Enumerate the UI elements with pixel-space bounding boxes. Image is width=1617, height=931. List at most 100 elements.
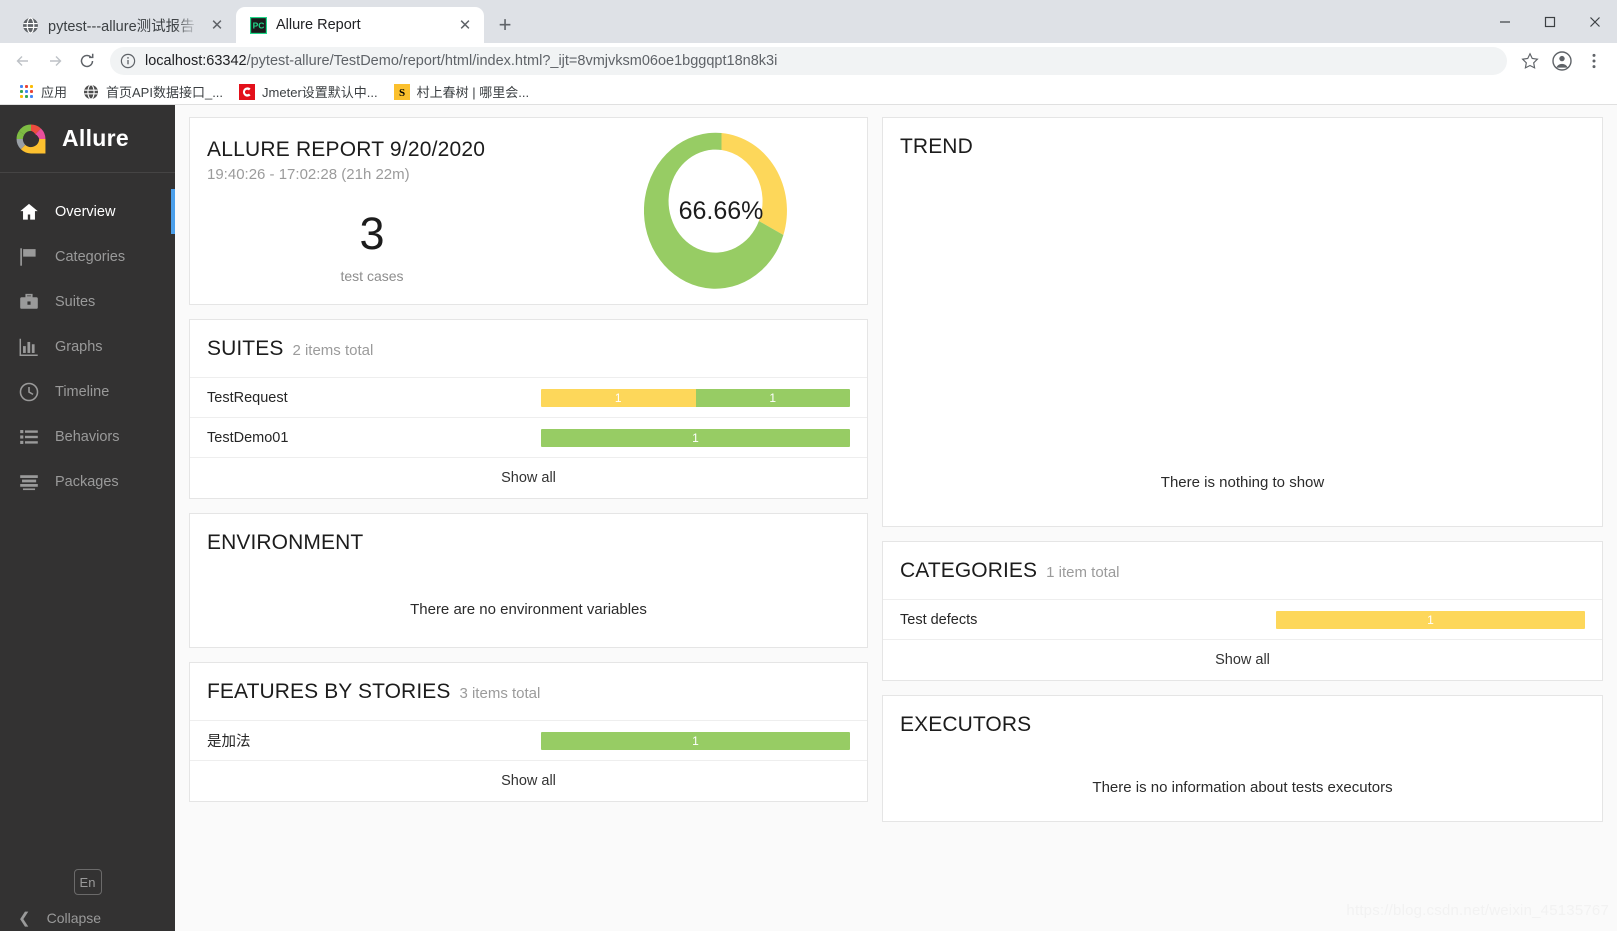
sidebar-item-packages[interactable]: Packages <box>0 459 175 504</box>
sidebar-item-suites-label: Suites <box>55 293 96 310</box>
bar-segment-broken: 1 <box>1276 610 1585 629</box>
trend-widget: TREND There is nothing to show <box>882 117 1603 527</box>
categories-subtitle: 1 item total <box>1046 564 1120 581</box>
executors-title: EXECUTORS <box>900 713 1032 736</box>
trend-header: TREND <box>883 118 1602 175</box>
environment-header: ENVIRONMENT <box>190 514 867 571</box>
table-row[interactable]: TestDemo01 1 <box>190 418 867 458</box>
categories-widget: CATEGORIES 1 item total Test defects 1 S… <box>882 541 1603 681</box>
table-row[interactable]: TestRequest 1 1 <box>190 378 867 418</box>
layers-icon <box>20 474 38 490</box>
collapse-sidebar-button[interactable]: ❮ Collapse <box>0 909 175 927</box>
test-case-counter: 3 test cases <box>207 211 537 284</box>
language-switcher-button[interactable]: En <box>73 869 102 895</box>
collapse-label: Collapse <box>46 910 102 926</box>
summary-widget: ALLURE REPORT 9/20/2020 19:40:26 - 17:02… <box>189 117 868 305</box>
sina-icon: S <box>393 83 410 100</box>
bookmark-item-1[interactable]: 首页API数据接口_... <box>75 79 231 104</box>
pass-rate-donut-chart[interactable]: 66.66% <box>643 127 799 295</box>
suites-widget: SUITES 2 items total TestRequest 1 1 Tes… <box>189 319 868 499</box>
suites-header: SUITES 2 items total <box>190 320 867 378</box>
table-row[interactable]: Test defects 1 <box>883 600 1602 640</box>
reload-button[interactable] <box>72 46 102 76</box>
environment-empty-message: There are no environment variables <box>410 600 647 618</box>
tab-1-close-icon[interactable]: ✕ <box>208 16 226 34</box>
home-icon <box>20 203 38 220</box>
test-case-count: 3 <box>359 208 385 259</box>
pass-rate-label: 66.66% <box>678 196 764 225</box>
allure-logo-icon <box>16 124 46 153</box>
tab-strip: pytest---allure测试报告 - 卿卿子 ✕ PC Allure Re… <box>0 0 1617 43</box>
browser-tab-2[interactable]: PC Allure Report ✕ <box>236 7 484 43</box>
bookmark-star-icon[interactable] <box>1515 46 1545 76</box>
profile-avatar-icon[interactable] <box>1547 46 1577 76</box>
svg-text:PC: PC <box>253 20 265 30</box>
feature-status-bar: 1 <box>541 731 850 750</box>
minimize-button[interactable] <box>1482 0 1527 43</box>
clock-icon <box>19 382 39 401</box>
sidebar-item-graphs[interactable]: Graphs <box>0 324 175 369</box>
sidebar-item-packages-label: Packages <box>55 473 119 490</box>
svg-text:S: S <box>399 87 405 99</box>
executors-empty-message: There is no information about tests exec… <box>1092 778 1393 796</box>
bookmark-item-2[interactable]: Jmeter设置默认中... <box>231 79 386 104</box>
suite-status-bar: 1 <box>541 428 850 447</box>
back-button[interactable] <box>8 46 38 76</box>
suites-show-all-link[interactable]: Show all <box>190 458 867 498</box>
features-widget: FEATURES BY STORIES 3 items total 是加法 1 … <box>189 662 868 802</box>
test-case-count-label: test cases <box>340 268 404 284</box>
sidebar-item-graphs-label: Graphs <box>55 338 103 355</box>
browser-tab-1[interactable]: pytest---allure测试报告 - 卿卿子 ✕ <box>8 7 236 43</box>
category-status-bar: 1 <box>1276 610 1585 629</box>
page-viewport: Allure Overview Categories Suites Graphs… <box>0 105 1617 931</box>
report-content: ALLURE REPORT 9/20/2020 19:40:26 - 17:02… <box>175 105 1617 931</box>
sidebar-item-overview[interactable]: Overview <box>0 189 175 234</box>
briefcase-icon <box>20 293 38 309</box>
features-subtitle: 3 items total <box>459 685 541 702</box>
features-show-all-link[interactable]: Show all <box>190 761 867 801</box>
browser-tab-2-title: Allure Report <box>276 17 361 33</box>
feature-name: 是加法 <box>207 734 251 750</box>
trend-empty-message: There is nothing to show <box>1160 474 1325 491</box>
sidebar-item-timeline[interactable]: Timeline <box>0 369 175 414</box>
brand-header[interactable]: Allure <box>0 105 175 173</box>
maximize-button[interactable] <box>1527 0 1572 43</box>
bar-segment-passed: 1 <box>695 388 850 407</box>
category-name: Test defects <box>900 611 978 628</box>
table-row[interactable]: 是加法 1 <box>190 721 867 761</box>
new-tab-button[interactable]: + <box>490 10 520 40</box>
bookmark-item-3[interactable]: S 村上春树 | 哪里会... <box>386 79 537 104</box>
bookmark-apps[interactable]: 应用 <box>12 79 75 104</box>
report-time-range: 19:40:26 - 17:02:28 (21h 22m) <box>207 166 410 183</box>
bookmark-apps-label: 应用 <box>41 85 68 100</box>
suite-status-bar: 1 1 <box>541 388 850 407</box>
globe-icon <box>23 16 38 34</box>
features-header: FEATURES BY STORIES 3 items total <box>190 663 867 721</box>
close-button[interactable] <box>1572 0 1617 43</box>
address-bar[interactable]: localhost:63342/pytest-allure/TestDemo/r… <box>110 47 1507 75</box>
bar-segment-passed: 1 <box>541 731 850 750</box>
browser-menu-icon[interactable] <box>1579 46 1609 76</box>
url-path: /pytest-allure/TestDemo/report/html/inde… <box>246 53 778 69</box>
sidebar: Allure Overview Categories Suites Graphs… <box>0 105 175 931</box>
bar-chart-icon <box>19 338 38 356</box>
suites-subtitle: 2 items total <box>292 342 374 359</box>
forward-button[interactable] <box>40 46 70 76</box>
sidebar-footer: En ❮ Collapse <box>0 869 175 931</box>
pycharm-icon: PC <box>250 16 267 34</box>
sidebar-item-behaviors[interactable]: Behaviors <box>0 414 175 459</box>
sidebar-item-overview-label: Overview <box>55 203 116 220</box>
left-column: ALLURE REPORT 9/20/2020 19:40:26 - 17:02… <box>189 117 868 931</box>
sidebar-item-suites[interactable]: Suites <box>0 279 175 324</box>
info-circle-icon[interactable] <box>120 53 136 69</box>
chevron-left-icon: ❮ <box>18 910 31 927</box>
environment-widget: ENVIRONMENT There are no environment var… <box>189 513 868 648</box>
csdn-icon <box>239 83 256 100</box>
tab-2-close-icon[interactable]: ✕ <box>456 16 474 34</box>
environment-title: ENVIRONMENT <box>207 531 364 554</box>
list-icon <box>20 429 38 444</box>
report-title: ALLURE REPORT 9/20/2020 <box>207 138 486 161</box>
browser-toolbar: localhost:63342/pytest-allure/TestDemo/r… <box>0 43 1617 79</box>
categories-show-all-link[interactable]: Show all <box>883 640 1602 680</box>
sidebar-item-categories[interactable]: Categories <box>0 234 175 279</box>
